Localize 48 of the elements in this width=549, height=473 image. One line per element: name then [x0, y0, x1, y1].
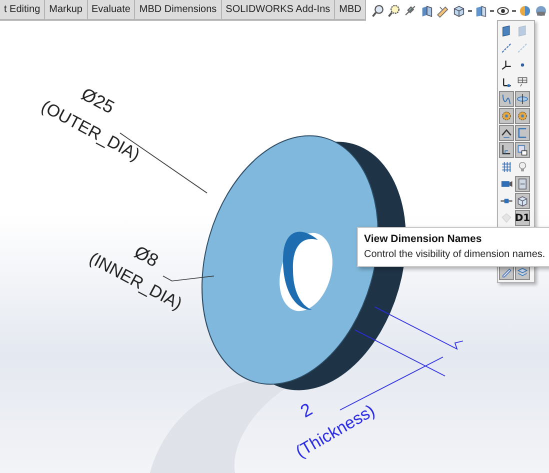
plane-icon	[500, 24, 513, 38]
dashed-line-icon	[500, 41, 513, 55]
view-toggle-button[interactable]	[515, 108, 530, 124]
book-icon[interactable]	[420, 4, 434, 18]
view-toggle-button[interactable]	[499, 125, 514, 141]
ribbon-tab[interactable]: Markup	[45, 0, 88, 20]
ribbon-tab[interactable]: t Editing	[0, 0, 46, 20]
layers-icon	[516, 265, 529, 279]
view-toggle-button[interactable]	[515, 91, 530, 107]
ribbon-tab[interactable]: MBD Dimensions	[135, 0, 222, 20]
scene-icon[interactable]	[534, 4, 548, 18]
sphere-icon[interactable]	[518, 4, 532, 18]
grid-icon	[500, 160, 513, 174]
cube-icon	[516, 194, 529, 208]
pencil-icon[interactable]	[436, 4, 450, 18]
ribbon-tab[interactable]: Evaluate	[88, 0, 136, 20]
dashed-line-icon	[516, 41, 529, 55]
eye-icon[interactable]	[496, 4, 510, 18]
gear-icon	[516, 109, 529, 123]
view-toggle-button[interactable]	[499, 91, 514, 107]
bracket-icon	[516, 126, 529, 140]
box-icon	[516, 177, 529, 191]
box-icon[interactable]	[474, 4, 488, 18]
gear-icon	[500, 109, 513, 123]
curve-icon	[500, 92, 513, 106]
bulb-icon	[516, 160, 529, 174]
tooltip-text: Control the visibility of dimension names.	[364, 249, 546, 260]
table-icon	[516, 75, 529, 89]
cube-icon[interactable]	[452, 4, 466, 18]
disc-icon	[516, 92, 529, 106]
note-icon	[516, 143, 529, 157]
ribbon-tab[interactable]: SOLIDWORKS Add-Ins	[222, 0, 336, 20]
view-toggle-button[interactable]	[499, 142, 514, 158]
view-toggle-button[interactable]	[515, 176, 530, 192]
view-toggle-button[interactable]: D1	[515, 210, 530, 226]
axes-icon	[500, 58, 513, 72]
tooltip-title: View Dimension Names	[364, 233, 483, 245]
plane-icon	[516, 24, 529, 38]
view-toggle-button[interactable]	[515, 125, 530, 141]
view-toggle-button[interactable]	[499, 108, 514, 124]
view-toggle-button[interactable]	[499, 159, 514, 175]
magnifier-icon[interactable]	[372, 4, 386, 18]
view-toggle-button[interactable]	[515, 193, 530, 209]
magnifier-icon[interactable]	[388, 4, 402, 18]
ribbon-tab[interactable]: MBD	[335, 0, 366, 20]
shape-icon	[500, 211, 513, 225]
view-toggle-button[interactable]	[515, 142, 530, 158]
corner-icon	[500, 143, 513, 157]
